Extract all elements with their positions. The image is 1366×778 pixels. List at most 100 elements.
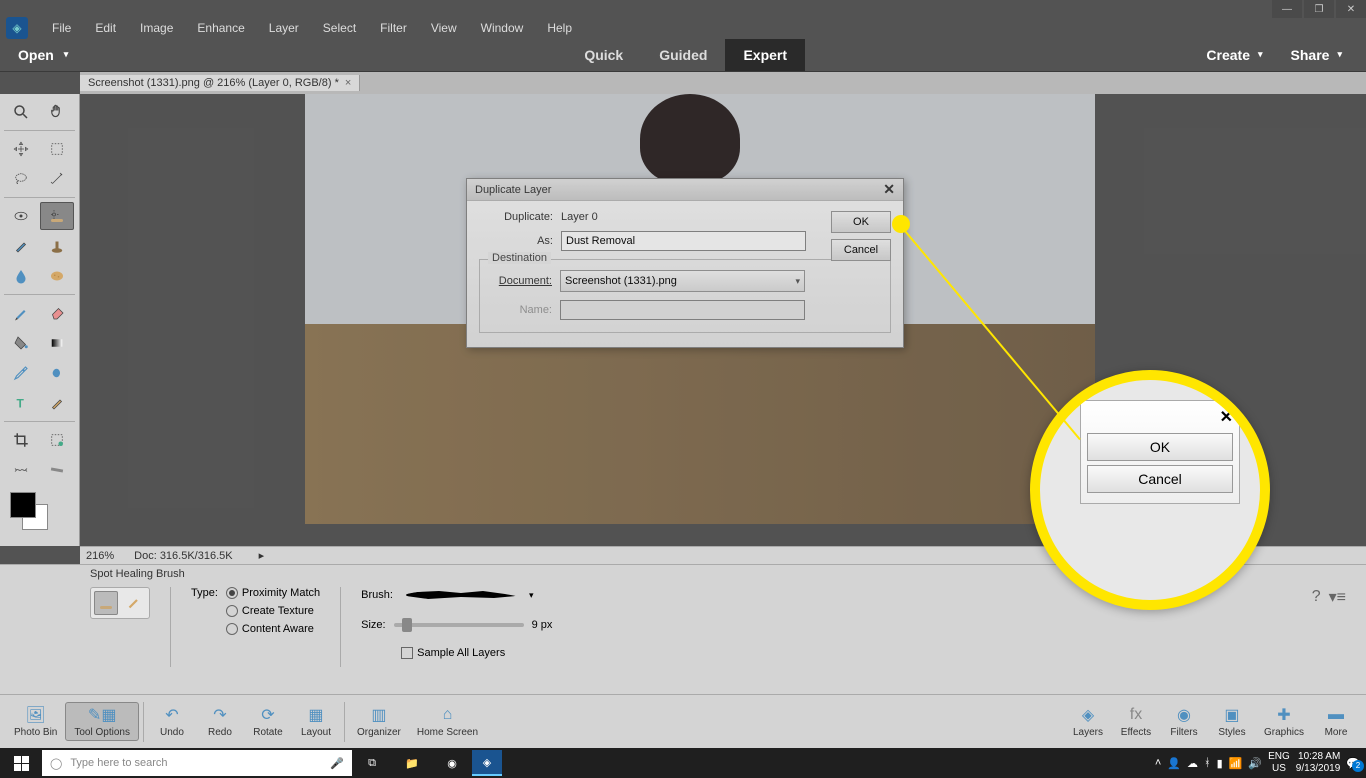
sample-all-layers-checkbox[interactable]: Sample All Layers [401, 647, 552, 659]
foreground-color[interactable] [10, 492, 36, 518]
file-explorer-icon[interactable]: 📁 [392, 748, 432, 778]
hand-tool[interactable] [40, 98, 74, 126]
clock-time[interactable]: 10:28 AM [1296, 751, 1341, 763]
variant-spot-heal[interactable] [94, 591, 118, 615]
taskbar-search[interactable]: ◯ Type here to search 🎤 [42, 750, 352, 776]
color-swatches[interactable] [4, 492, 74, 532]
menu-window[interactable]: Window [469, 19, 536, 37]
menu-file[interactable]: File [40, 19, 83, 37]
custom-shape-tool[interactable] [40, 359, 74, 387]
maximize-button[interactable]: ❐ [1304, 0, 1334, 18]
crop-tool[interactable] [4, 426, 38, 454]
brush-dropdown-icon[interactable]: ▾ [529, 590, 534, 601]
cancel-button[interactable]: Cancel [831, 239, 891, 261]
smart-brush-tool[interactable] [4, 232, 38, 260]
mode-tabs: Quick Guided Expert [566, 39, 805, 71]
document-label: Document: [488, 275, 560, 287]
task-view-icon[interactable]: ⧉ [352, 748, 392, 778]
menu-select[interactable]: Select [311, 19, 368, 37]
size-label: Size: [361, 619, 385, 631]
close-tab-icon[interactable]: × [345, 77, 351, 89]
organizer-button[interactable]: ▥Organizer [349, 703, 409, 740]
spot-healing-brush-tool[interactable] [40, 202, 74, 230]
name-label: Name: [488, 304, 560, 316]
styles-button[interactable]: ▣Styles [1208, 703, 1256, 740]
sponge-tool[interactable] [40, 262, 74, 290]
gradient-tool[interactable] [40, 329, 74, 357]
clone-stamp-tool[interactable] [40, 232, 74, 260]
filters-button[interactable]: ◉Filters [1160, 703, 1208, 740]
menu-bar: ◈ File Edit Image Enhance Layer Select F… [0, 18, 1366, 38]
dialog-close-icon[interactable]: ✕ [883, 181, 895, 198]
lang-indicator-2[interactable]: US [1268, 763, 1290, 775]
radio-create-texture[interactable]: Create Texture [226, 605, 320, 617]
brush-preview[interactable] [401, 587, 521, 603]
menu-edit[interactable]: Edit [83, 19, 128, 37]
layout-button[interactable]: ▦Layout [292, 703, 340, 740]
eraser-tool[interactable] [40, 299, 74, 327]
as-input[interactable] [561, 231, 806, 251]
paint-bucket-tool[interactable] [4, 329, 38, 357]
panel-menu-icon[interactable]: ▾≡ [1329, 587, 1346, 607]
mode-expert[interactable]: Expert [725, 39, 805, 71]
marquee-tool[interactable] [40, 135, 74, 163]
minimize-button[interactable]: — [1272, 0, 1302, 18]
bluetooth-icon[interactable]: ᚼ [1204, 757, 1211, 769]
menu-view[interactable]: View [419, 19, 469, 37]
type-label: Type: [191, 587, 218, 635]
home-screen-button[interactable]: ⌂Home Screen [409, 703, 486, 740]
layers-button[interactable]: ◈Layers [1064, 703, 1112, 740]
lasso-tool[interactable] [4, 165, 38, 193]
document-tab[interactable]: Screenshot (1331).png @ 216% (Layer 0, R… [80, 75, 360, 91]
tool-options-button[interactable]: ✎▦Tool Options [65, 702, 139, 741]
graphics-button[interactable]: ✚Graphics [1256, 703, 1312, 740]
more-button[interactable]: ▬More [1312, 703, 1360, 740]
menu-enhance[interactable]: Enhance [185, 19, 256, 37]
zoom-cancel-button: Cancel [1087, 465, 1233, 493]
share-button[interactable]: Share [1277, 47, 1356, 63]
ok-button[interactable]: OK [831, 211, 891, 233]
chrome-icon[interactable]: ◉ [432, 748, 472, 778]
undo-button[interactable]: ↶Undo [148, 703, 196, 740]
eye-tool[interactable] [4, 202, 38, 230]
menu-image[interactable]: Image [128, 19, 185, 37]
mode-quick[interactable]: Quick [566, 39, 641, 71]
search-placeholder: Type here to search [70, 757, 167, 769]
help-icon[interactable]: ? [1312, 588, 1321, 606]
magic-wand-tool[interactable] [40, 165, 74, 193]
move-tool[interactable] [4, 135, 38, 163]
menu-layer[interactable]: Layer [257, 19, 311, 37]
document-select[interactable]: Screenshot (1331).png [560, 270, 805, 292]
brush-tool[interactable] [4, 299, 38, 327]
redo-button[interactable]: ↷Redo [196, 703, 244, 740]
rotate-button[interactable]: ⟳Rotate [244, 703, 292, 740]
start-button[interactable] [0, 748, 42, 778]
clock-date[interactable]: 9/13/2019 [1296, 763, 1341, 775]
close-window-button[interactable]: ✕ [1336, 0, 1366, 18]
eyedropper-tool[interactable] [4, 359, 38, 387]
recompose-tool[interactable] [40, 426, 74, 454]
open-button[interactable]: Open [0, 47, 86, 63]
mode-guided[interactable]: Guided [641, 39, 725, 71]
radio-proximity-match[interactable]: Proximity Match [226, 587, 320, 599]
duplicate-layer-dialog: Duplicate Layer ✕ Duplicate: Layer 0 As:… [466, 178, 904, 348]
destination-legend: Destination [488, 252, 551, 264]
effects-button[interactable]: fxEffects [1112, 703, 1160, 740]
photo-bin-button[interactable]: 🖼Photo Bin [6, 703, 65, 740]
blur-tool[interactable] [4, 262, 38, 290]
tray-up-icon[interactable]: ˄ [1155, 757, 1161, 769]
menu-filter[interactable]: Filter [368, 19, 419, 37]
content-aware-move-tool[interactable] [4, 456, 38, 484]
radio-content-aware[interactable]: Content Aware [226, 623, 320, 635]
dialog-titlebar[interactable]: Duplicate Layer ✕ [467, 179, 903, 201]
pse-taskbar-icon[interactable]: ◈ [472, 750, 502, 776]
lang-indicator-1[interactable]: ENG [1268, 751, 1290, 763]
size-slider[interactable] [394, 623, 524, 627]
menu-help[interactable]: Help [535, 19, 584, 37]
variant-heal[interactable] [122, 591, 146, 615]
zoom-tool[interactable] [4, 98, 38, 126]
straighten-tool[interactable] [40, 456, 74, 484]
create-button[interactable]: Create [1192, 47, 1276, 63]
pencil-tool[interactable] [40, 389, 74, 417]
type-tool[interactable]: T [4, 389, 38, 417]
